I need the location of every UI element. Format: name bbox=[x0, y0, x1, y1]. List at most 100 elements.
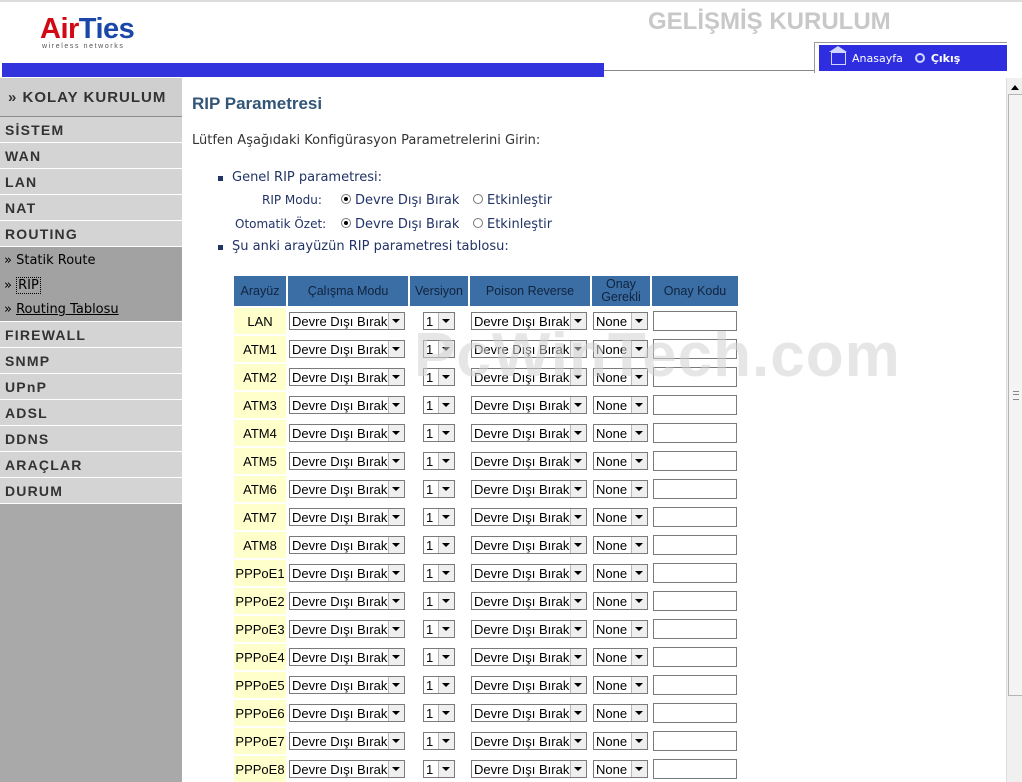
dropdown-arrow-icon[interactable] bbox=[570, 313, 586, 329]
dropdown-arrow-icon[interactable] bbox=[438, 649, 454, 665]
poison-reverse-select[interactable]: Devre Dışı Bırak bbox=[471, 648, 587, 666]
rip-mode-disable-radio[interactable] bbox=[341, 194, 351, 204]
dropdown-arrow-icon[interactable] bbox=[631, 313, 647, 329]
auth-code-input[interactable] bbox=[653, 423, 737, 443]
auth-required-select[interactable]: None bbox=[593, 452, 648, 470]
dropdown-arrow-icon[interactable] bbox=[438, 733, 454, 749]
dropdown-arrow-icon[interactable] bbox=[631, 369, 647, 385]
dropdown-arrow-icon[interactable] bbox=[570, 453, 586, 469]
version-select[interactable]: 1 bbox=[423, 676, 455, 694]
dropdown-arrow-icon[interactable] bbox=[438, 761, 454, 777]
version-select[interactable]: 1 bbox=[423, 368, 455, 386]
auth-code-input[interactable] bbox=[653, 451, 737, 471]
dropdown-arrow-icon[interactable] bbox=[438, 705, 454, 721]
poison-reverse-select[interactable]: Devre Dışı Bırak bbox=[471, 564, 587, 582]
version-select[interactable]: 1 bbox=[423, 340, 455, 358]
dropdown-arrow-icon[interactable] bbox=[570, 425, 586, 441]
poison-reverse-select[interactable]: Devre Dışı Bırak bbox=[471, 312, 587, 330]
version-select[interactable]: 1 bbox=[423, 480, 455, 498]
mode-select[interactable]: Devre Dışı Bırak bbox=[289, 480, 405, 498]
mode-select[interactable]: Devre Dışı Bırak bbox=[289, 312, 405, 330]
dropdown-arrow-icon[interactable] bbox=[388, 481, 404, 497]
dropdown-arrow-icon[interactable] bbox=[631, 341, 647, 357]
sidebar-subitem-rip[interactable]: » RIP bbox=[0, 273, 182, 297]
auth-required-select[interactable]: None bbox=[593, 508, 648, 526]
dropdown-arrow-icon[interactable] bbox=[388, 565, 404, 581]
auth-code-input[interactable] bbox=[653, 507, 737, 527]
poison-reverse-select[interactable]: Devre Dışı Bırak bbox=[471, 424, 587, 442]
dropdown-arrow-icon[interactable] bbox=[631, 397, 647, 413]
auth-required-select[interactable]: None bbox=[593, 676, 648, 694]
auth-required-select[interactable]: None bbox=[593, 564, 648, 582]
auth-code-input[interactable] bbox=[653, 535, 737, 555]
dropdown-arrow-icon[interactable] bbox=[631, 621, 647, 637]
vertical-scrollbar[interactable] bbox=[1006, 78, 1022, 782]
dropdown-arrow-icon[interactable] bbox=[388, 677, 404, 693]
mode-select[interactable]: Devre Dışı Bırak bbox=[289, 452, 405, 470]
auth-code-input[interactable] bbox=[653, 395, 737, 415]
poison-reverse-select[interactable]: Devre Dışı Bırak bbox=[471, 732, 587, 750]
dropdown-arrow-icon[interactable] bbox=[438, 369, 454, 385]
auth-required-select[interactable]: None bbox=[593, 592, 648, 610]
dropdown-arrow-icon[interactable] bbox=[631, 649, 647, 665]
mode-select[interactable]: Devre Dışı Bırak bbox=[289, 704, 405, 722]
dropdown-arrow-icon[interactable] bbox=[438, 509, 454, 525]
dropdown-arrow-icon[interactable] bbox=[631, 481, 647, 497]
poison-reverse-select[interactable]: Devre Dışı Bırak bbox=[471, 760, 587, 778]
sidebar-item-snmp[interactable]: SNMP bbox=[0, 348, 182, 374]
dropdown-arrow-icon[interactable] bbox=[631, 593, 647, 609]
auto-summary-disable-radio[interactable] bbox=[341, 218, 351, 228]
auth-code-input[interactable] bbox=[653, 563, 737, 583]
version-select[interactable]: 1 bbox=[423, 648, 455, 666]
sidebar-item-adsl[interactable]: ADSL bbox=[0, 400, 182, 426]
dropdown-arrow-icon[interactable] bbox=[570, 537, 586, 553]
dropdown-arrow-icon[interactable] bbox=[438, 425, 454, 441]
mode-select[interactable]: Devre Dışı Bırak bbox=[289, 424, 405, 442]
dropdown-arrow-icon[interactable] bbox=[570, 705, 586, 721]
dropdown-arrow-icon[interactable] bbox=[388, 733, 404, 749]
auth-code-input[interactable] bbox=[653, 591, 737, 611]
mode-select[interactable]: Devre Dışı Bırak bbox=[289, 620, 405, 638]
dropdown-arrow-icon[interactable] bbox=[438, 313, 454, 329]
sidebar-subitem-statik-route[interactable]: » Statik Route bbox=[0, 247, 182, 273]
auth-required-select[interactable]: None bbox=[593, 648, 648, 666]
auth-required-select[interactable]: None bbox=[593, 480, 648, 498]
auth-code-input[interactable] bbox=[653, 479, 737, 499]
dropdown-arrow-icon[interactable] bbox=[570, 621, 586, 637]
scrollbar-thumb[interactable] bbox=[1008, 94, 1022, 696]
auto-summary-enable-radio[interactable] bbox=[473, 218, 483, 228]
dropdown-arrow-icon[interactable] bbox=[570, 509, 586, 525]
auth-code-input[interactable] bbox=[653, 619, 737, 639]
home-icon[interactable] bbox=[829, 45, 847, 65]
dropdown-arrow-icon[interactable] bbox=[570, 733, 586, 749]
poison-reverse-select[interactable]: Devre Dışı Bırak bbox=[471, 480, 587, 498]
version-select[interactable]: 1 bbox=[423, 564, 455, 582]
sidebar-subitem-routing-tablosu[interactable]: » Routing Tablosu bbox=[0, 297, 182, 321]
auth-required-select[interactable]: None bbox=[593, 424, 648, 442]
dropdown-arrow-icon[interactable] bbox=[388, 453, 404, 469]
version-select[interactable]: 1 bbox=[423, 620, 455, 638]
poison-reverse-select[interactable]: Devre Dışı Bırak bbox=[471, 676, 587, 694]
auth-required-select[interactable]: None bbox=[593, 340, 648, 358]
auth-required-select[interactable]: None bbox=[593, 396, 648, 414]
dropdown-arrow-icon[interactable] bbox=[388, 593, 404, 609]
dropdown-arrow-icon[interactable] bbox=[631, 565, 647, 581]
dropdown-arrow-icon[interactable] bbox=[570, 593, 586, 609]
mode-select[interactable]: Devre Dışı Bırak bbox=[289, 368, 405, 386]
version-select[interactable]: 1 bbox=[423, 536, 455, 554]
auth-required-select[interactable]: None bbox=[593, 536, 648, 554]
auth-required-select[interactable]: None bbox=[593, 760, 648, 778]
dropdown-arrow-icon[interactable] bbox=[631, 453, 647, 469]
dropdown-arrow-icon[interactable] bbox=[438, 593, 454, 609]
auth-required-select[interactable]: None bbox=[593, 620, 648, 638]
auth-code-input[interactable] bbox=[653, 647, 737, 667]
dropdown-arrow-icon[interactable] bbox=[438, 621, 454, 637]
dropdown-arrow-icon[interactable] bbox=[388, 537, 404, 553]
mode-select[interactable]: Devre Dışı Bırak bbox=[289, 340, 405, 358]
airties-logo[interactable]: AirTies wireless networks bbox=[40, 14, 135, 50]
dropdown-arrow-icon[interactable] bbox=[570, 341, 586, 357]
sidebar-item-routing[interactable]: ROUTING bbox=[0, 221, 182, 247]
sidebar-item-nat[interactable]: NAT bbox=[0, 195, 182, 221]
mode-select[interactable]: Devre Dışı Bırak bbox=[289, 536, 405, 554]
poison-reverse-select[interactable]: Devre Dışı Bırak bbox=[471, 340, 587, 358]
